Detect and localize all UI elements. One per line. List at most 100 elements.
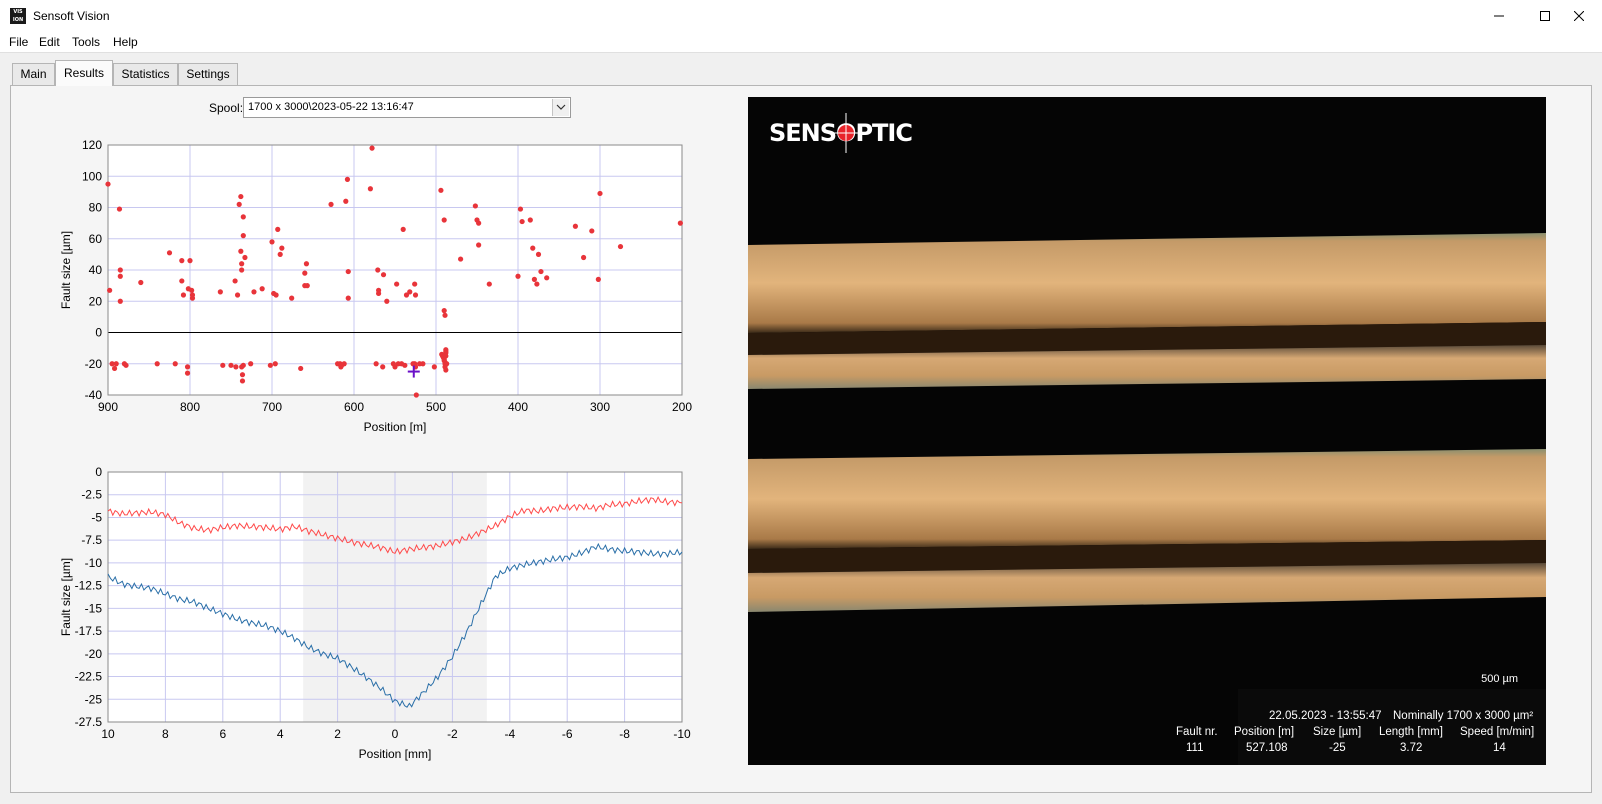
- crosshair-icon: [828, 113, 864, 153]
- fault-point: [279, 245, 285, 251]
- tab-settings[interactable]: Settings: [178, 63, 238, 85]
- fault-point: [239, 261, 245, 267]
- camera-image-panel[interactable]: SENSOPTIC 500 µm 22.05.2023 - 13:55:47 N…: [748, 97, 1546, 765]
- fault-point: [476, 242, 482, 248]
- x-tick-label: 400: [508, 400, 528, 414]
- menu-edit[interactable]: Edit: [39, 35, 60, 49]
- app-icon: VIS ION: [10, 8, 26, 24]
- info-header-size: Size [µm]: [1313, 726, 1362, 738]
- fault-scatter-chart[interactable]: 900 800 700 600 500 400 300 200120100806040200-…: [40, 135, 720, 440]
- menu-tools[interactable]: Tools: [72, 35, 100, 49]
- fault-point: [458, 256, 464, 262]
- fault-point: [298, 365, 304, 372]
- fault-point: [589, 228, 595, 234]
- tab-main[interactable]: Main: [12, 63, 55, 85]
- fault-point: [184, 370, 191, 376]
- fault-point: [375, 267, 381, 273]
- fault-point: [443, 348, 449, 354]
- y-tick-label: -20: [85, 647, 103, 661]
- close-button[interactable]: [1556, 0, 1602, 32]
- fault-point: [217, 289, 223, 295]
- info-value-position: 527.108: [1246, 742, 1288, 754]
- fault-point: [597, 190, 603, 197]
- spool-label: Spool:: [209, 101, 244, 115]
- fault-point: [384, 298, 390, 304]
- x-tick-label: 6: [219, 727, 226, 741]
- fault-point: [530, 245, 536, 251]
- y-tick-label: 60: [89, 232, 103, 246]
- fault-point: [179, 278, 185, 284]
- fault-profile-chart[interactable]: 10 8 6 4 2 0 -2 -4 -6 -8 -10 0 -2.5 -5 -7.5 -10 -12.5 -15…: [40, 462, 720, 767]
- fault-point: [486, 281, 492, 287]
- info-header-speed: Speed [m/min]: [1460, 726, 1535, 738]
- x-tick-label: -10: [673, 727, 691, 741]
- fault-point: [116, 206, 123, 212]
- y-tick-label: -7.5: [81, 533, 102, 547]
- fault-point: [443, 367, 449, 373]
- fault-point: [527, 217, 533, 223]
- fault-point: [239, 378, 246, 384]
- fault-point: [369, 145, 375, 151]
- x-axis-label: Position [mm]: [359, 747, 432, 761]
- fault-point: [111, 365, 118, 372]
- fault-point: [272, 361, 278, 367]
- info-header-position: Position [m]: [1234, 726, 1295, 738]
- y-tick-label: 80: [89, 201, 103, 215]
- tab-results[interactable]: Results: [55, 60, 113, 86]
- fault-point: [472, 203, 478, 209]
- fault-point: [172, 361, 178, 367]
- minimize-button[interactable]: [1476, 0, 1522, 32]
- fault-point: [240, 214, 246, 220]
- x-tick-label: 0: [392, 727, 399, 741]
- y-tick-label: -25: [85, 692, 103, 706]
- fault-point: [289, 295, 295, 301]
- fault-point: [220, 362, 226, 368]
- y-tick-label: -27.5: [75, 715, 103, 729]
- spool-select[interactable]: 1700 x 3000\2023-05-22 13:16:47: [243, 97, 571, 118]
- fault-point: [234, 292, 241, 298]
- info-value-speed: 14: [1493, 742, 1506, 754]
- fault-point: [420, 361, 426, 367]
- y-tick-label: -5: [91, 510, 102, 524]
- y-tick-label: -40: [85, 388, 103, 402]
- fault-point: [239, 372, 246, 378]
- fault-point: [345, 295, 351, 301]
- x-axis-label: Position [m]: [364, 420, 427, 434]
- fault-point: [123, 362, 129, 368]
- fault-point: [138, 279, 144, 286]
- fault-info-box: 22.05.2023 - 13:55:47 Nominally 1700 x 3…: [1176, 689, 1546, 765]
- info-nominal: Nominally 1700 x 3000 µm²: [1393, 710, 1534, 722]
- fault-point: [476, 220, 482, 226]
- fault-point: [441, 308, 447, 314]
- menu-help[interactable]: Help: [113, 35, 138, 49]
- tab-statistics[interactable]: Statistics: [113, 63, 178, 85]
- y-tick-label: -12.5: [75, 579, 103, 593]
- title-bar: VIS ION Sensoft Vision: [0, 0, 1602, 33]
- x-tick-label: -2: [447, 727, 458, 741]
- window-title: Sensoft Vision: [33, 9, 110, 23]
- y-tick-label: -10: [85, 556, 103, 570]
- fault-point: [259, 286, 265, 292]
- fault-point: [412, 292, 419, 298]
- x-tick-label: -4: [504, 727, 515, 741]
- fault-point: [232, 278, 238, 284]
- x-tick-label: -8: [619, 727, 630, 741]
- fault-point: [117, 273, 123, 279]
- menu-file[interactable]: File: [9, 35, 28, 49]
- fault-point: [367, 186, 373, 192]
- fault-point: [187, 258, 193, 264]
- info-value-length: 3.72: [1400, 742, 1423, 754]
- fault-point: [394, 281, 400, 287]
- y-tick-label: -20: [85, 357, 103, 371]
- fault-point: [113, 361, 119, 367]
- spool-dropdown-button[interactable]: [552, 99, 569, 116]
- x-tick-label: 600: [344, 400, 364, 414]
- fault-point: [380, 272, 387, 278]
- fault-point: [535, 251, 542, 257]
- info-value-size: -25: [1329, 742, 1346, 754]
- fault-point: [544, 275, 550, 281]
- fault-point: [303, 261, 310, 267]
- fault-point: [413, 392, 419, 398]
- fault-point: [239, 267, 245, 273]
- fault-point: [228, 362, 234, 368]
